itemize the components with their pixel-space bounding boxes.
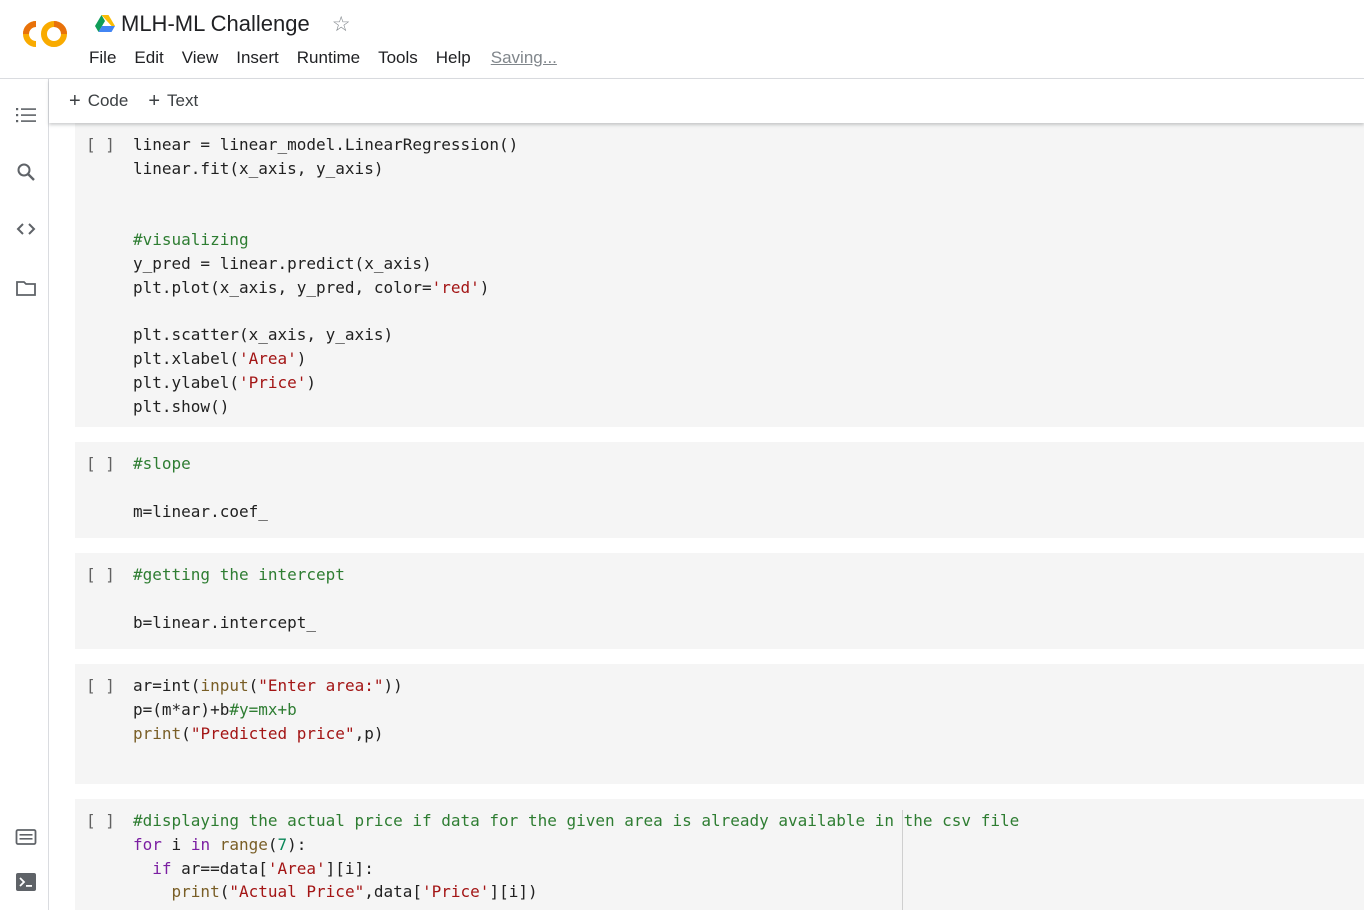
menu-view[interactable]: View [173,48,228,68]
code-token: print [171,882,220,902]
star-icon[interactable]: ☆ [332,14,351,35]
code-token: plt.xlabel( [133,349,239,369]
code-token: #y=mx+b [229,699,297,719]
cell-code[interactable]: #getting the intercept b=linear.intercep… [133,563,345,634]
run-cell-button[interactable]: [ ] [86,454,115,473]
plus-icon: + [148,90,161,112]
menu-runtime[interactable]: Runtime [288,48,369,68]
cell-code[interactable]: #displaying the actual price if data for… [133,809,1019,904]
code-token: ) [306,372,317,392]
code-token: ( [267,834,278,854]
line-length-ruler [902,810,903,910]
code-token: #getting the intercept [133,565,345,584]
code-token: plt.ylabel( [133,372,239,392]
code-token: )) [383,676,403,695]
notebook-title[interactable]: MLH-ML Challenge [121,11,310,37]
code-token: ar=int( [133,676,201,695]
code-token: 7 [277,834,288,854]
add-text-button[interactable]: + Text [148,91,198,111]
code-snippets-icon[interactable] [15,218,37,240]
code-token: print [133,723,182,743]
search-icon[interactable] [15,161,37,183]
menu-edit[interactable]: Edit [125,48,172,68]
code-token: for [133,834,162,854]
code-token: "Actual Price" [229,882,365,902]
google-drive-icon[interactable] [95,15,115,33]
code-token: ( [248,676,259,695]
code-token: if [152,858,172,878]
code-token: p=(m*ar)+b [133,699,230,719]
saving-status[interactable]: Saving... [482,48,566,68]
code-token: b=linear.intercept_ [133,612,317,632]
code-token: ][i]: [325,858,374,878]
code-token: linear = linear_model.LinearRegression() [133,135,519,154]
code-token: plt.scatter(x_axis, y_axis) [133,325,394,345]
code-token: #displaying the actual price if data for… [133,811,1020,830]
cell-code[interactable]: linear = linear_model.LinearRegression()… [133,133,518,419]
code-token: 'Area' [267,858,326,878]
code-token: 'red' [431,277,480,297]
code-cell-2[interactable]: [ ] #slope m=linear.coef_ [75,442,1364,538]
menu-help[interactable]: Help [427,48,480,68]
code-token: linear.fit(x_axis, y_axis) [133,158,384,178]
add-text-label: Text [167,91,199,110]
header: MLH-ML Challenge ☆ File Edit View Insert… [0,0,1364,79]
run-cell-button[interactable]: [ ] [86,676,115,695]
toc-icon[interactable] [15,104,37,126]
code-token: ): [287,834,307,854]
code-token: y_pred = linear.predict(x_axis) [133,253,432,273]
terminal-icon[interactable] [15,871,37,893]
code-token: m=linear.coef_ [133,501,268,521]
code-token: range [219,834,268,854]
cell-code[interactable]: ar=int(input("Enter area:")) p=(m*ar)+b#… [133,674,403,745]
menu-tools[interactable]: Tools [369,48,427,68]
menu-insert[interactable]: Insert [227,48,288,68]
run-cell-button[interactable]: [ ] [86,565,115,584]
code-token: ar==data[ [171,858,268,878]
cell-code[interactable]: #slope m=linear.coef_ [133,452,268,523]
code-token: plt.show() [133,396,230,416]
code-token: "Predicted price" [190,723,355,743]
code-token: #slope [133,454,191,473]
code-token: "Enter area:" [258,676,384,695]
colab-logo-icon[interactable] [16,14,72,54]
code-token: ,p) [354,723,384,743]
code-token: 'Area' [238,349,297,369]
add-code-button[interactable]: + Code [69,91,128,111]
run-cell-button[interactable]: [ ] [86,135,115,154]
code-token: ( [219,882,230,902]
code-token: ) [296,349,307,369]
code-token: 'Price' [238,372,307,392]
folder-icon[interactable] [15,277,37,299]
title-row: MLH-ML Challenge ☆ [95,9,351,39]
code-token: in [190,834,211,854]
command-palette-icon[interactable] [15,826,37,848]
notebook-toolbar: + Code + Text [49,79,1364,123]
code-token: ,data[ [364,882,422,902]
code-token: ][i]) [489,882,538,902]
code-token: 'Price' [422,882,490,902]
code-token: #visualizing [133,230,249,250]
code-token: ) [479,277,490,297]
run-cell-button[interactable]: [ ] [86,811,115,830]
add-code-label: Code [87,91,129,110]
plus-icon: + [69,90,81,112]
code-token: plt.plot(x_axis, y_pred, color= [133,277,432,297]
menu-bar: File Edit View Insert Runtime Tools Help… [80,45,566,71]
code-cell-5[interactable]: [ ] #displaying the actual price if data… [75,799,1364,910]
code-token: input [200,676,249,695]
code-cell-1[interactable]: [ ] linear = linear_model.LinearRegressi… [75,123,1364,427]
code-cell-4[interactable]: [ ] ar=int(input("Enter area:")) p=(m*ar… [75,664,1364,784]
code-token: ( [181,723,191,743]
menu-file[interactable]: File [80,48,125,68]
code-token: i [161,834,191,854]
left-sidebar [0,79,49,910]
code-cell-3[interactable]: [ ] #getting the intercept b=linear.inte… [75,553,1364,649]
